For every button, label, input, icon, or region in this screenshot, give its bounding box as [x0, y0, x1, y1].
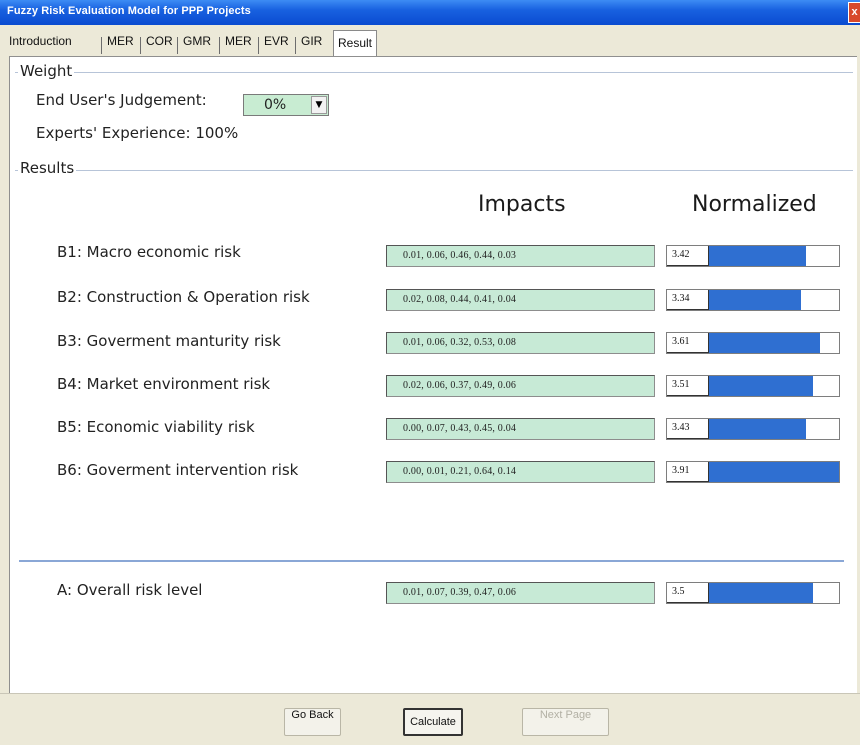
- risk-label-b4: B4: Market environment risk: [57, 375, 271, 393]
- normalized-value-b2: 3.34: [672, 293, 690, 304]
- tab-mer-2[interactable]: MER: [225, 34, 252, 56]
- impacts-field-overall: 0.01, 0.07, 0.39, 0.47, 0.06: [386, 582, 655, 604]
- risk-label-b3: B3: Goverment manturity risk: [57, 332, 281, 350]
- tab-cor[interactable]: COR: [146, 34, 173, 56]
- normalized-value-box: 3.42: [667, 246, 709, 266]
- overall-risk-label: A: Overall risk level: [57, 581, 203, 599]
- tab-gir[interactable]: GIR: [301, 34, 322, 56]
- tab-separator: [140, 37, 141, 54]
- tab-result[interactable]: Result: [333, 30, 378, 56]
- impacts-field-b6: 0.00, 0.01, 0.21, 0.64, 0.14: [386, 461, 655, 483]
- risk-label-b1: B1: Macro economic risk: [57, 243, 241, 261]
- tab-gmr[interactable]: GMR: [183, 34, 211, 56]
- chevron-down-icon[interactable]: ▼: [311, 96, 327, 114]
- divider: [19, 560, 844, 562]
- impacts-value-b6: 0.00, 0.01, 0.21, 0.64, 0.14: [403, 466, 517, 477]
- normalized-value-box: 3.91: [667, 462, 709, 482]
- normalized-bar-b2: 3.34: [666, 289, 840, 311]
- calculate-button[interactable]: Calculate: [403, 708, 463, 736]
- impacts-value-b5: 0.00, 0.07, 0.43, 0.45, 0.04: [403, 423, 517, 434]
- normalized-value-box: 3.34: [667, 290, 709, 310]
- close-button[interactable]: x: [848, 2, 860, 23]
- tab-mer[interactable]: MER: [107, 34, 134, 56]
- impacts-field-b2: 0.02, 0.08, 0.44, 0.41, 0.04: [386, 289, 655, 311]
- risk-label-b5: B5: Economic viability risk: [57, 418, 255, 436]
- tab-separator: [295, 37, 296, 54]
- tab-evr[interactable]: EVR: [264, 34, 289, 56]
- tab-separator: [219, 37, 220, 54]
- window-title: Fuzzy Risk Evaluation Model for PPP Proj…: [7, 5, 251, 17]
- normalized-value-box: 3.61: [667, 333, 709, 353]
- normalized-value-b6: 3.91: [672, 465, 690, 476]
- impacts-field-b1: 0.01, 0.06, 0.46, 0.44, 0.03: [386, 245, 655, 267]
- normalized-bar-b5: 3.43: [666, 418, 840, 440]
- normalized-bar-b3: 3.61: [666, 332, 840, 354]
- normalized-value-box: 3.43: [667, 419, 709, 439]
- normalized-value-box: 3.5: [667, 583, 709, 603]
- normalized-bar-overall: 3.5: [666, 582, 840, 604]
- tab-separator: [101, 37, 102, 54]
- risk-label-b6: B6: Goverment intervention risk: [57, 461, 299, 479]
- impacts-value-b4: 0.02, 0.06, 0.37, 0.49, 0.06: [403, 380, 517, 391]
- title-bar: Fuzzy Risk Evaluation Model for PPP Proj…: [0, 0, 860, 25]
- impacts-field-b3: 0.01, 0.06, 0.32, 0.53, 0.08: [386, 332, 655, 354]
- impacts-value-b3: 0.01, 0.06, 0.32, 0.53, 0.08: [403, 337, 517, 348]
- normalized-value-b4: 3.51: [672, 379, 690, 390]
- tab-separator: [177, 37, 178, 54]
- impacts-field-b5: 0.00, 0.07, 0.43, 0.45, 0.04: [386, 418, 655, 440]
- normalized-value-b3: 3.61: [672, 336, 690, 347]
- weight-legend: Weight: [18, 62, 75, 80]
- normalized-bar-b4: 3.51: [666, 375, 840, 397]
- risk-label-b2: B2: Construction & Operation risk: [57, 288, 310, 306]
- end-user-judgement-label: End User's Judgement:: [36, 91, 207, 109]
- next-page-button[interactable]: Next Page: [522, 708, 609, 736]
- normalized-value-b1: 3.42: [672, 249, 690, 260]
- normalized-heading: Normalized: [692, 192, 817, 217]
- impacts-value-b1: 0.01, 0.06, 0.46, 0.44, 0.03: [403, 250, 517, 261]
- end-user-judgement-select[interactable]: 0% ▼: [243, 94, 329, 116]
- impacts-value-overall: 0.01, 0.07, 0.39, 0.47, 0.06: [403, 587, 517, 598]
- tab-introduction[interactable]: Introduction: [9, 34, 72, 56]
- tab-separator: [258, 37, 259, 54]
- end-user-judgement-value: 0%: [264, 97, 287, 113]
- normalized-bar-b1: 3.42: [666, 245, 840, 267]
- go-back-button[interactable]: Go Back: [284, 708, 341, 736]
- normalized-value-overall: 3.5: [672, 586, 685, 597]
- impacts-value-b2: 0.02, 0.08, 0.44, 0.41, 0.04: [403, 294, 517, 305]
- impacts-heading: Impacts: [478, 192, 566, 217]
- normalized-value-b5: 3.43: [672, 422, 690, 433]
- normalized-bar-b6: 3.91: [666, 461, 840, 483]
- results-legend: Results: [18, 159, 77, 177]
- experts-experience-label: Experts' Experience: 100%: [36, 124, 239, 142]
- normalized-value-box: 3.51: [667, 376, 709, 396]
- impacts-field-b4: 0.02, 0.06, 0.37, 0.49, 0.06: [386, 375, 655, 397]
